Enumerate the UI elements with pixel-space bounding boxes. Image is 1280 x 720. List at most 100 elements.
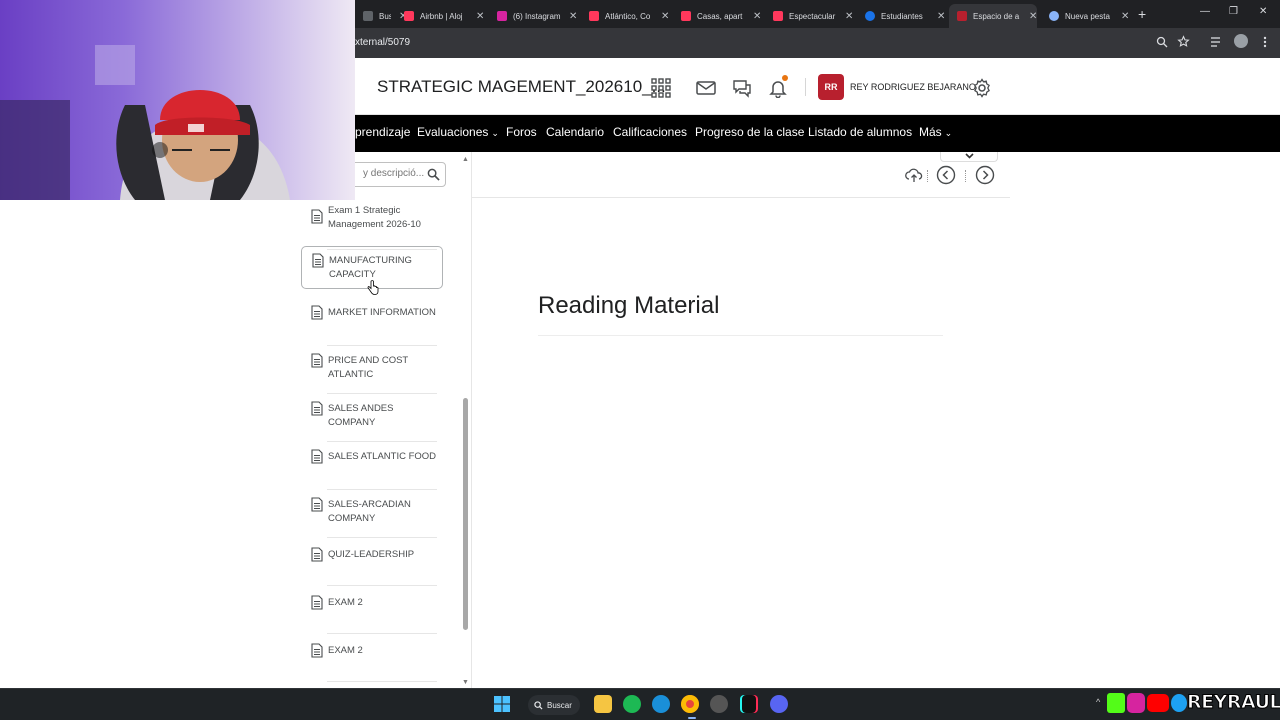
gear-icon[interactable] bbox=[972, 78, 992, 98]
sidebar-topic-label: MARKET INFORMATION bbox=[328, 307, 436, 318]
sidebar-topic-item[interactable]: Exam 1 Strategic Management 2026-10 bbox=[301, 203, 443, 250]
nav-item-listado[interactable]: Listado de alumnos bbox=[808, 125, 912, 139]
apps-grid-icon[interactable] bbox=[651, 78, 671, 98]
item-divider bbox=[327, 585, 437, 586]
browser-tab-active[interactable]: Espacio de a ✕ bbox=[949, 4, 1038, 28]
windows-start-icon[interactable] bbox=[494, 696, 510, 712]
spotify-icon[interactable] bbox=[623, 695, 641, 713]
zoom-icon[interactable] bbox=[1156, 36, 1168, 48]
close-tab-icon[interactable]: ✕ bbox=[937, 11, 945, 22]
sidebar-topic-item[interactable]: QUIZ-LEADERSHIP bbox=[301, 539, 443, 586]
close-tab-icon[interactable]: ✕ bbox=[753, 11, 761, 22]
sidebar-scrollbar[interactable] bbox=[463, 398, 468, 630]
avatar[interactable]: RR bbox=[818, 74, 844, 100]
edge-icon[interactable] bbox=[652, 695, 670, 713]
sidebar-topic-item[interactable]: SALES-ARCADIAN COMPANY bbox=[301, 491, 443, 538]
chevron-down-icon: ⌄ bbox=[491, 128, 499, 138]
sidebar-topic-item[interactable]: SALES ANDES COMPANY bbox=[301, 395, 443, 442]
bookmark-star-icon[interactable] bbox=[1177, 35, 1190, 48]
d2l-icon bbox=[957, 11, 967, 21]
nav-item-foros[interactable]: Foros bbox=[506, 125, 537, 139]
chrome-icon bbox=[1049, 11, 1059, 21]
taskbar-search-label: Buscar bbox=[547, 700, 572, 710]
sidebar-topic-item[interactable]: EXAM 2 bbox=[301, 635, 443, 682]
close-tab-icon[interactable]: ✕ bbox=[476, 11, 484, 22]
tab-label: Espacio de a bbox=[973, 11, 1020, 21]
browser-tab[interactable]: Nueva pesta ✕ bbox=[1041, 4, 1129, 28]
url-field[interactable]: xternal/5079 bbox=[355, 37, 410, 48]
nav-item-evaluaciones[interactable]: Evaluaciones ⌄ bbox=[417, 125, 499, 139]
previous-topic-icon[interactable] bbox=[936, 165, 956, 185]
taskbar-search[interactable]: Buscar bbox=[528, 695, 580, 715]
sidebar-topic-item[interactable]: EXAM 2 bbox=[301, 587, 443, 634]
nav-item-aprendizaje[interactable]: prendizaje bbox=[355, 125, 410, 139]
close-tab-icon[interactable]: ✕ bbox=[569, 11, 577, 22]
sidebar-topic-item[interactable]: MARKET INFORMATION bbox=[301, 299, 443, 346]
nav-item-calificaciones[interactable]: Calificaciones bbox=[613, 125, 687, 139]
browser-tab[interactable]: Atlántico, Co ✕ bbox=[581, 4, 669, 28]
search-icon[interactable] bbox=[427, 168, 440, 181]
document-icon bbox=[311, 401, 323, 416]
file-explorer-icon[interactable] bbox=[594, 695, 612, 713]
download-icon[interactable] bbox=[904, 166, 924, 186]
toolbar-divider bbox=[965, 170, 966, 182]
item-divider bbox=[327, 393, 437, 394]
close-tab-icon[interactable]: ✕ bbox=[845, 11, 853, 22]
browser-menu-icon[interactable] bbox=[1262, 36, 1268, 48]
close-tab-icon[interactable]: ✕ bbox=[661, 11, 669, 22]
tab-label: Busi bbox=[379, 11, 391, 21]
search-box[interactable] bbox=[350, 162, 446, 187]
tiktok-icon[interactable] bbox=[740, 695, 758, 713]
steam-icon[interactable] bbox=[710, 695, 728, 713]
profile-avatar[interactable] bbox=[1234, 34, 1248, 48]
search-icon bbox=[534, 700, 543, 710]
username[interactable]: REY RODRIGUEZ BEJARANO bbox=[850, 82, 976, 92]
tray-overflow-icon[interactable]: ^ bbox=[1096, 697, 1100, 707]
sidebar-topic-label: QUIZ-LEADERSHIP bbox=[328, 549, 415, 560]
webcam-overlay bbox=[0, 0, 355, 200]
document-icon bbox=[311, 643, 323, 658]
active-app-indicator bbox=[688, 717, 696, 719]
nav-label: Evaluaciones bbox=[417, 125, 489, 139]
sidebar-topic-item[interactable]: PRICE AND COST ATLANTIC bbox=[301, 347, 443, 394]
media-control-icon[interactable] bbox=[1210, 36, 1223, 48]
document-icon bbox=[311, 449, 323, 464]
scroll-down-arrow-icon[interactable]: ▼ bbox=[462, 679, 469, 686]
bell-icon[interactable] bbox=[768, 78, 788, 98]
browser-tab[interactable]: Espectacular ✕ bbox=[765, 4, 853, 28]
sidebar-topic-item[interactable]: SALES ATLANTIC FOOD bbox=[301, 443, 443, 490]
scroll-up-arrow-icon[interactable]: ▲ bbox=[462, 156, 469, 163]
sidebar-topic-label: PRICE AND COST ATLANTIC bbox=[328, 355, 409, 380]
minimize-icon[interactable]: — bbox=[1200, 6, 1210, 17]
webcam-video-image bbox=[0, 0, 355, 200]
new-tab-icon[interactable]: + bbox=[1138, 6, 1146, 22]
sidebar-topic-label: SALES ATLANTIC FOOD bbox=[328, 451, 437, 462]
close-tab-icon[interactable]: ✕ bbox=[1121, 11, 1129, 22]
search-input[interactable] bbox=[363, 168, 427, 179]
nav-item-calendario[interactable]: Calendario bbox=[546, 125, 604, 139]
item-divider bbox=[327, 345, 437, 346]
close-window-icon[interactable]: ✕ bbox=[1259, 6, 1267, 17]
mail-icon[interactable] bbox=[696, 78, 716, 98]
airbnb-icon bbox=[773, 11, 783, 21]
document-icon bbox=[311, 595, 323, 610]
chat-icon[interactable] bbox=[732, 78, 752, 98]
chrome-icon[interactable] bbox=[681, 695, 699, 713]
youtube-logo-icon bbox=[1147, 694, 1169, 712]
close-tab-icon[interactable]: ✕ bbox=[1029, 11, 1037, 22]
brand-name: REYRAUL bbox=[1186, 691, 1280, 714]
restore-icon[interactable]: ❐ bbox=[1229, 6, 1238, 17]
browser-tab[interactable]: Estudiantes ✕ bbox=[857, 4, 945, 28]
tab-label: Espectacular bbox=[789, 11, 836, 21]
tab-favicon-icon bbox=[363, 11, 373, 21]
next-topic-icon[interactable] bbox=[975, 165, 995, 185]
item-divider bbox=[327, 537, 437, 538]
tab-label: (6) Instagram bbox=[513, 11, 561, 21]
browser-tab[interactable]: (6) Instagram ✕ bbox=[489, 4, 577, 28]
browser-tab[interactable]: Airbnb | Aloj ✕ bbox=[396, 4, 484, 28]
nav-item-mas[interactable]: Más ⌄ bbox=[919, 125, 952, 139]
nav-item-progreso[interactable]: Progreso de la clase bbox=[695, 125, 804, 139]
discord-icon[interactable] bbox=[770, 695, 788, 713]
course-title[interactable]: STRATEGIC MAGEMENT_202610_... bbox=[377, 77, 666, 97]
browser-tab[interactable]: Casas, apart ✕ bbox=[673, 4, 761, 28]
